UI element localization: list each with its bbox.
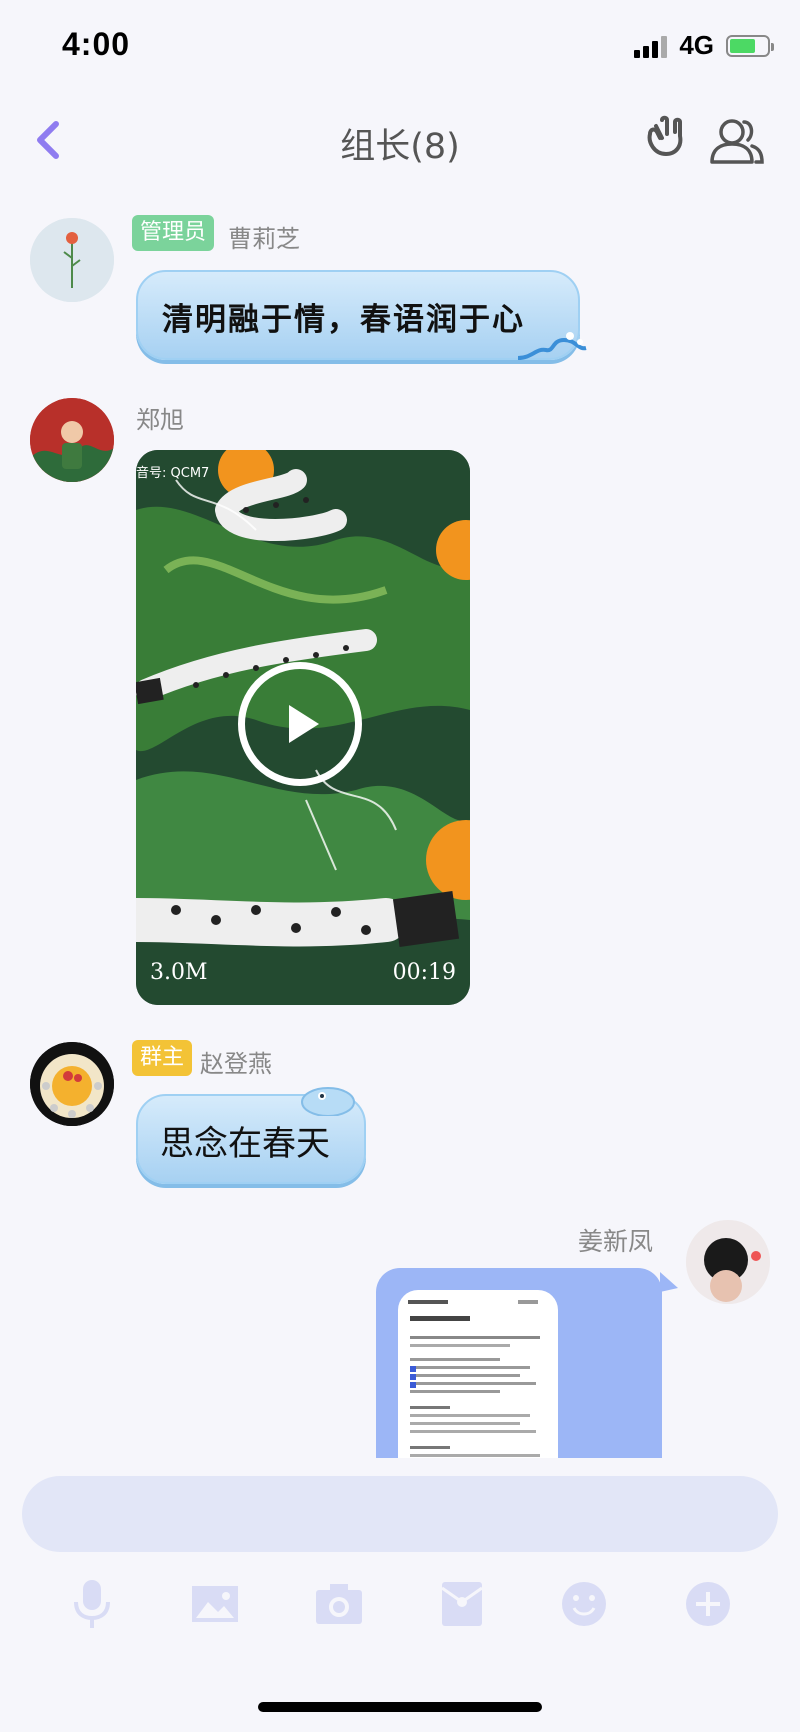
wave-decoration-icon xyxy=(518,332,587,360)
hand-wave-button[interactable] xyxy=(640,112,688,160)
owner-badge: 群主 xyxy=(132,1040,193,1076)
sender-name: 赵登燕 xyxy=(200,1050,272,1078)
hand-gesture-icon xyxy=(647,115,683,156)
video-overlay-text: 音号: QCM7 xyxy=(136,466,210,481)
camera-icon xyxy=(316,1584,362,1624)
battery-icon xyxy=(726,34,774,57)
gallery-button[interactable] xyxy=(190,1578,240,1630)
more-button[interactable] xyxy=(684,1578,732,1630)
video-size: 3.0M xyxy=(150,960,208,985)
emoji-button[interactable] xyxy=(560,1578,608,1630)
red-packet-button[interactable] xyxy=(438,1578,486,1630)
message-bubble[interactable]: 思念在春天 xyxy=(136,1087,366,1184)
image-message[interactable] xyxy=(376,1268,662,1458)
avatar[interactable] xyxy=(30,398,114,482)
rose-avatar-image xyxy=(30,218,114,302)
play-icon xyxy=(289,705,319,743)
avatar[interactable] xyxy=(686,1220,770,1304)
status-time: 4:00 xyxy=(62,26,131,62)
camera-button[interactable] xyxy=(314,1578,364,1630)
signal-icon xyxy=(634,34,668,58)
home-indicator xyxy=(258,1702,542,1712)
sender-name: 曹莉芝 xyxy=(228,225,300,253)
document-preview-image xyxy=(408,1300,540,1457)
bubble-tail xyxy=(660,1272,678,1292)
video-message[interactable]: 音号: QCM7 3.0M 00:19 xyxy=(136,450,470,1005)
group-members-icon xyxy=(710,119,764,164)
message-text: 思念在春天 xyxy=(160,1124,330,1164)
child-back-avatar-image xyxy=(686,1220,770,1304)
video-duration: 00:19 xyxy=(392,960,456,985)
voice-button[interactable] xyxy=(68,1578,116,1630)
avatar[interactable] xyxy=(30,218,114,302)
group-members-button[interactable] xyxy=(706,112,766,172)
red-packet-icon xyxy=(441,1582,483,1626)
avatar[interactable] xyxy=(30,1042,114,1126)
mic-icon xyxy=(74,1580,110,1628)
message-text: 清明融于情，春语润于心 xyxy=(162,302,525,338)
sender-name: 郑旭 xyxy=(136,406,184,434)
image-icon xyxy=(192,1586,238,1622)
play-button[interactable] xyxy=(238,662,362,786)
network-label: 4G xyxy=(679,30,714,60)
message-bubble[interactable]: 清明融于情，春语润于心 xyxy=(136,270,587,360)
admin-badge: 管理员 xyxy=(132,215,215,251)
hippo-decoration-icon xyxy=(301,1087,355,1116)
message-input[interactable] xyxy=(22,1476,778,1552)
plus-icon xyxy=(686,1582,730,1626)
emoji-icon xyxy=(562,1582,606,1626)
screenshot-preview xyxy=(398,1290,558,1458)
child-avatar-image xyxy=(30,398,114,482)
cake-avatar-image xyxy=(30,1042,114,1126)
status-indicators: 4G xyxy=(634,30,774,61)
sender-name: 姜新凤 xyxy=(578,1227,654,1256)
